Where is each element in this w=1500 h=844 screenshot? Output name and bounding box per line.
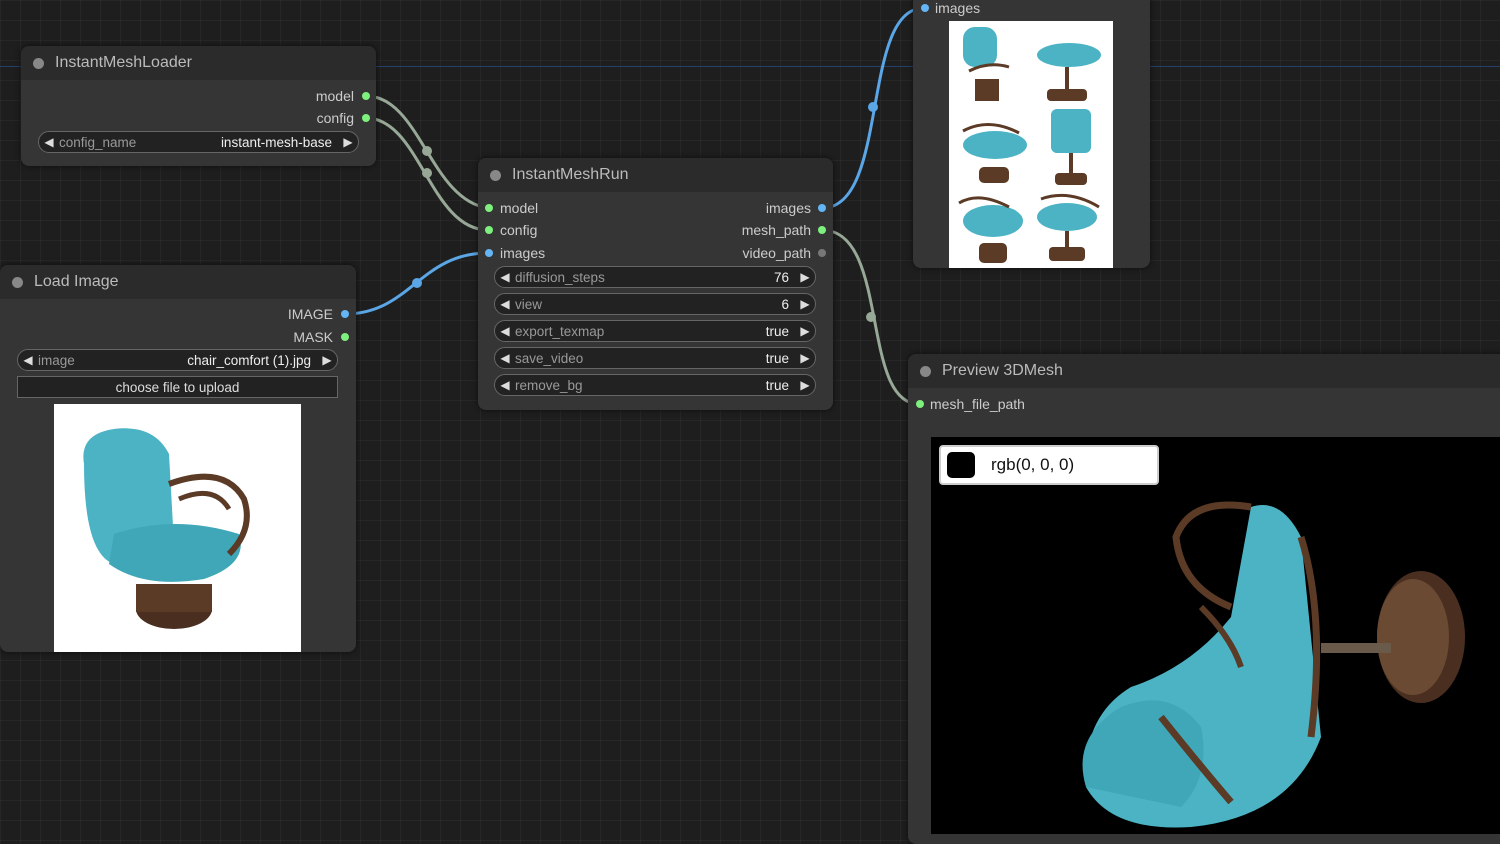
node-load-image[interactable]: Load Image IMAGE MASK ◀ image chair_comf… [0, 265, 356, 652]
view-number[interactable]: ◀ view 6 ▶ [494, 293, 816, 315]
output-video-path[interactable]: video_path [742, 244, 826, 262]
arrow-left-icon[interactable]: ◀ [495, 270, 515, 284]
output-image[interactable]: IMAGE [288, 305, 349, 323]
input-pin-icon[interactable] [485, 204, 493, 212]
arrow-left-icon[interactable]: ◀ [495, 297, 515, 311]
output-pin-icon[interactable] [362, 92, 370, 100]
node-preview-images[interactable]: images [913, 0, 1150, 268]
node-preview-3dmesh[interactable]: Preview 3DMesh mesh_file_path rgb(0, 0, … [908, 354, 1500, 844]
node-title: InstantMeshRun [512, 166, 629, 183]
arrow-right-icon[interactable]: ▶ [795, 351, 815, 365]
3d-chair-mesh-icon [1082, 501, 1465, 828]
input-pin-icon[interactable] [485, 249, 493, 257]
node-title-bar[interactable]: InstantMeshLoader [21, 46, 376, 80]
input-pin-icon[interactable] [916, 400, 924, 408]
output-mask[interactable]: MASK [293, 328, 349, 346]
multiview-chairs-icon [958, 27, 1101, 263]
input-pin-icon[interactable] [921, 4, 929, 12]
diffusion-steps-number[interactable]: ◀ diffusion_steps 76 ▶ [494, 266, 816, 288]
input-mesh-file-path[interactable]: mesh_file_path [916, 395, 1025, 413]
collapse-dot-icon[interactable] [490, 169, 501, 181]
output-pin-icon[interactable] [341, 310, 349, 318]
chair-photo-icon [83, 428, 250, 629]
arrow-left-icon[interactable]: ◀ [495, 351, 515, 365]
input-images[interactable]: images [485, 244, 545, 262]
output-config[interactable]: config [317, 109, 370, 127]
output-model[interactable]: model [316, 87, 370, 105]
output-pin-icon[interactable] [362, 114, 370, 122]
output-pin-icon[interactable] [341, 333, 349, 341]
arrow-left-icon[interactable]: ◀ [39, 135, 59, 149]
arrow-right-icon[interactable]: ▶ [795, 378, 815, 392]
output-mesh-path[interactable]: mesh_path [742, 221, 826, 239]
arrow-left-icon[interactable]: ◀ [18, 353, 38, 367]
remove-bg-toggle[interactable]: ◀ remove_bg true ▶ [494, 374, 816, 396]
export-texmap-toggle[interactable]: ◀ export_texmap true ▶ [494, 320, 816, 342]
save-video-toggle[interactable]: ◀ save_video true ▶ [494, 347, 816, 369]
node-title-bar[interactable]: Preview 3DMesh [908, 354, 1500, 388]
arrow-right-icon[interactable]: ▶ [795, 324, 815, 338]
input-pin-icon[interactable] [485, 226, 493, 234]
node-title: Preview 3DMesh [942, 362, 1063, 379]
multiview-image [949, 21, 1113, 268]
collapse-dot-icon[interactable] [920, 365, 931, 377]
mesh-viewport[interactable]: rgb(0, 0, 0) [931, 437, 1500, 834]
output-pin-icon[interactable] [818, 226, 826, 234]
arrow-right-icon[interactable]: ▶ [317, 353, 337, 367]
arrow-left-icon[interactable]: ◀ [495, 378, 515, 392]
upload-button[interactable]: choose file to upload [17, 376, 338, 398]
node-title: Load Image [34, 273, 119, 290]
arrow-left-icon[interactable]: ◀ [495, 324, 515, 338]
node-instant-mesh-loader[interactable]: InstantMeshLoader model config ◀ config_… [21, 46, 376, 166]
node-title-bar[interactable]: Load Image [0, 265, 356, 299]
input-model[interactable]: model [485, 199, 538, 217]
node-title-bar[interactable]: InstantMeshRun [478, 158, 833, 192]
collapse-dot-icon[interactable] [12, 276, 23, 288]
input-images[interactable]: images [921, 0, 980, 17]
node-instant-mesh-run[interactable]: InstantMeshRun model config images image… [478, 158, 833, 410]
image-preview [54, 404, 301, 652]
input-config[interactable]: config [485, 221, 537, 239]
arrow-right-icon[interactable]: ▶ [795, 270, 815, 284]
image-combo[interactable]: ◀ image chair_comfort (1).jpg ▶ [17, 349, 338, 371]
node-title: InstantMeshLoader [55, 54, 192, 71]
arrow-right-icon[interactable]: ▶ [795, 297, 815, 311]
output-images[interactable]: images [766, 199, 826, 217]
arrow-right-icon[interactable]: ▶ [338, 135, 358, 149]
config-name-combo[interactable]: ◀ config_name instant-mesh-base ▶ [38, 131, 359, 153]
output-pin-icon[interactable] [818, 249, 826, 257]
output-pin-icon[interactable] [818, 204, 826, 212]
collapse-dot-icon[interactable] [33, 57, 44, 69]
